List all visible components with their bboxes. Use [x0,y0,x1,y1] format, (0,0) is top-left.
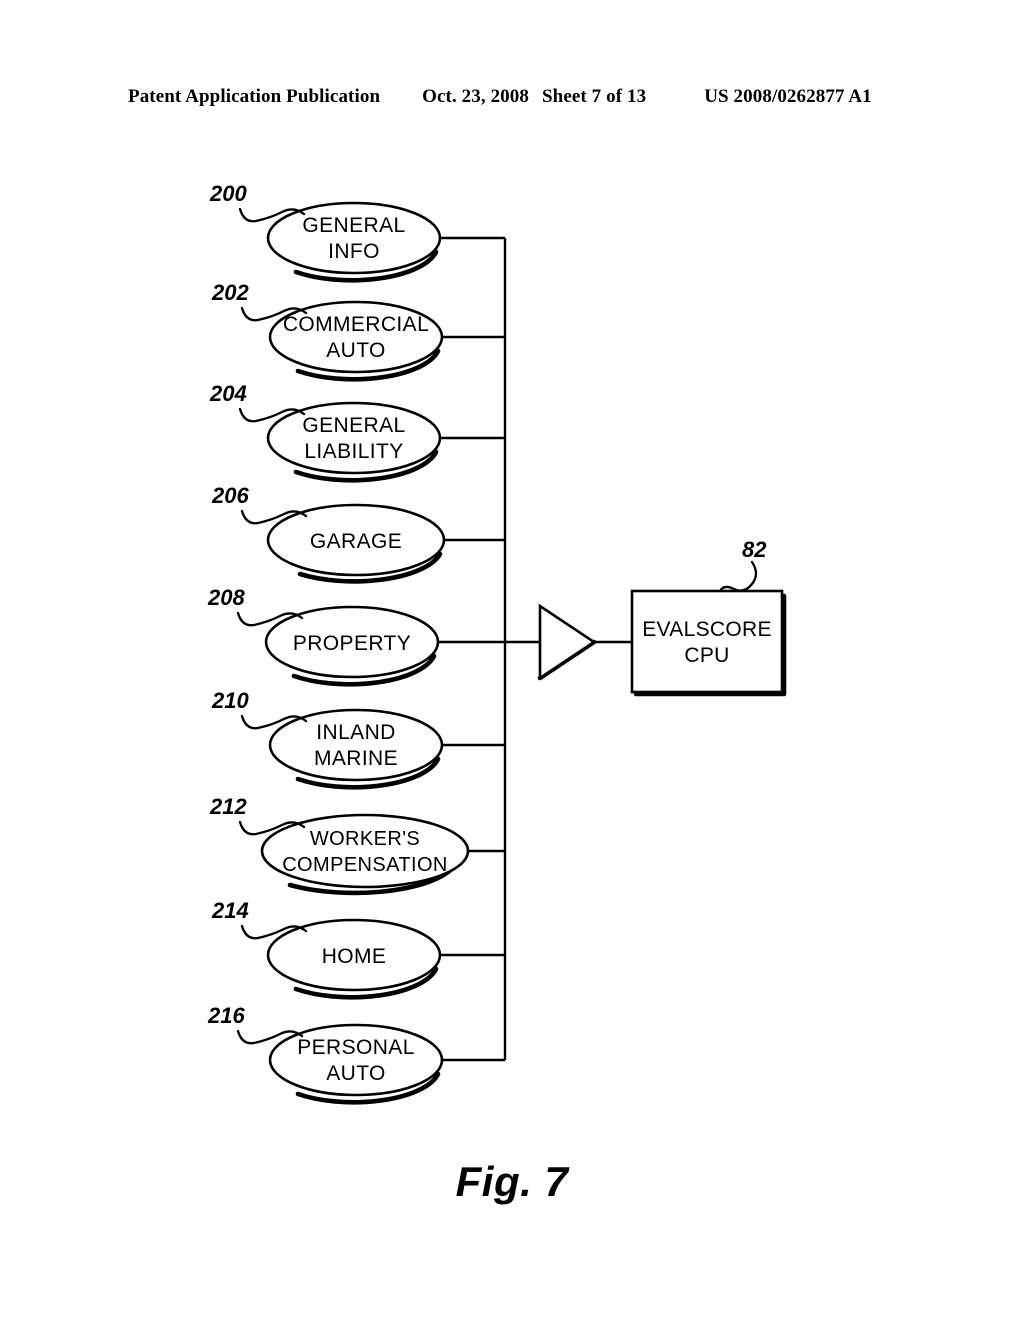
amplifier-triangle [537,603,632,681]
node-label-line1: WORKER'S [310,828,420,850]
ref-number-200: 200 [209,181,247,206]
node-label-line1: PROPERTY [293,632,411,655]
node-label-line2: AUTO [326,339,386,362]
ref-number-206: 206 [211,483,249,508]
node-workers-compensation[interactable]: WORKER'S COMPENSATION 212 [209,794,470,896]
node-home[interactable]: HOME 214 [211,898,442,1000]
node-commercial-auto[interactable]: COMMERCIAL AUTO 202 [211,280,444,382]
cpu-label-line2: CPU [684,644,729,667]
figure-7-diagram: GENERAL INFO 200 COMMERCIAL AUTO 202 GEN… [207,181,787,1105]
ref-number-216: 216 [207,1003,245,1028]
node-label-line2: AUTO [326,1062,386,1085]
connector-bus [438,236,540,1062]
node-general-liability[interactable]: GENERAL LIABILITY 204 [209,381,442,483]
evalscore-cpu-block[interactable]: EVALSCORE CPU 82 [630,537,787,697]
ref-number-214: 214 [211,898,249,923]
cpu-box-outline [630,589,784,694]
node-personal-auto[interactable]: PERSONAL AUTO 216 [207,1003,444,1105]
node-label-line2: MARINE [314,747,398,770]
ellipse-outline [260,813,470,889]
ref-number-82: 82 [742,537,767,562]
ref-number-208: 208 [207,585,245,610]
node-garage[interactable]: GARAGE 206 [211,483,446,584]
node-label-line1: GENERAL [302,214,405,237]
ref-number-210: 210 [211,688,249,713]
node-label-line1: GARAGE [310,530,402,553]
node-label-line2: COMPENSATION [282,854,448,876]
node-label-line1: INLAND [316,721,395,744]
ref-number-202: 202 [211,280,249,305]
leader-line-82 [718,560,758,593]
node-inland-marine[interactable]: INLAND MARINE 210 [211,688,444,790]
node-label-line2: LIABILITY [304,440,403,463]
node-label-line1: PERSONAL [297,1036,415,1059]
node-label-line1: GENERAL [302,414,405,437]
cpu-label-line1: EVALSCORE [642,618,772,641]
ref-number-212: 212 [209,794,247,819]
node-label-line1: HOME [322,945,387,968]
node-label-line2: INFO [328,240,380,263]
node-general-info[interactable]: GENERAL INFO 200 [209,181,442,283]
ref-number-204: 204 [209,381,247,406]
node-label-line1: COMMERCIAL [283,313,429,336]
triangle-outline [538,603,597,681]
node-property[interactable]: PROPERTY 208 [207,585,440,687]
figure-caption: Fig. 7 [455,1158,569,1205]
